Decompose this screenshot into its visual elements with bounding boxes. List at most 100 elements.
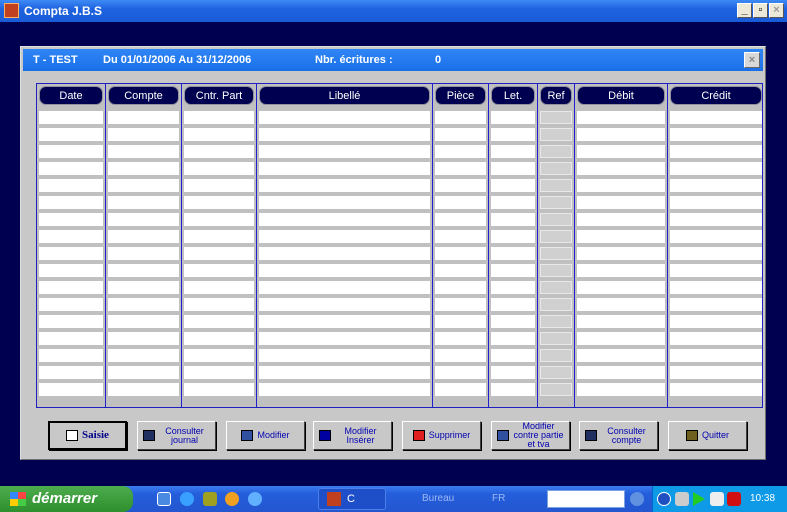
- table-cell[interactable]: [540, 383, 572, 396]
- table-cell[interactable]: [435, 111, 486, 124]
- table-cell[interactable]: [259, 247, 430, 260]
- desktop-icon[interactable]: [157, 492, 171, 506]
- table-cell[interactable]: [670, 281, 762, 294]
- table-cell[interactable]: [259, 383, 430, 396]
- table-cell[interactable]: [670, 349, 762, 362]
- close-button[interactable]: ×: [769, 3, 784, 18]
- table-cell[interactable]: [577, 281, 665, 294]
- table-cell[interactable]: [577, 383, 665, 396]
- app-quicklaunch-icon[interactable]: [203, 492, 217, 506]
- column-header[interactable]: Ref: [540, 86, 572, 105]
- table-cell[interactable]: [184, 179, 254, 192]
- table-cell[interactable]: [540, 162, 572, 175]
- table-cell[interactable]: [491, 332, 535, 345]
- table-cell[interactable]: [39, 264, 103, 277]
- button-consulter-journal[interactable]: Consulter journal: [137, 421, 216, 450]
- button-saisie[interactable]: Saisie: [48, 421, 127, 450]
- table-cell[interactable]: [670, 128, 762, 141]
- table-cell[interactable]: [670, 366, 762, 379]
- table-cell[interactable]: [577, 128, 665, 141]
- table-cell[interactable]: [259, 111, 430, 124]
- button-modifier[interactable]: Modifier: [226, 421, 305, 450]
- toolbar-bureau[interactable]: Bureau: [422, 493, 454, 504]
- table-cell[interactable]: [108, 332, 179, 345]
- table-cell[interactable]: [259, 179, 430, 192]
- table-cell[interactable]: [184, 281, 254, 294]
- table-cell[interactable]: [577, 213, 665, 226]
- table-cell[interactable]: [540, 230, 572, 243]
- table-cell[interactable]: [108, 230, 179, 243]
- table-cell[interactable]: [39, 247, 103, 260]
- table-cell[interactable]: [435, 315, 486, 328]
- table-cell[interactable]: [39, 298, 103, 311]
- table-cell[interactable]: [540, 111, 572, 124]
- table-cell[interactable]: [259, 128, 430, 141]
- ati-icon[interactable]: [727, 492, 741, 506]
- table-cell[interactable]: [39, 111, 103, 124]
- column-header[interactable]: Libellé: [259, 86, 430, 105]
- table-cell[interactable]: [670, 247, 762, 260]
- table-cell[interactable]: [540, 366, 572, 379]
- table-cell[interactable]: [491, 179, 535, 192]
- quicktime-icon[interactable]: [248, 492, 262, 506]
- table-cell[interactable]: [259, 213, 430, 226]
- table-cell[interactable]: [108, 383, 179, 396]
- table-cell[interactable]: [670, 315, 762, 328]
- table-cell[interactable]: [540, 298, 572, 311]
- table-cell[interactable]: [259, 366, 430, 379]
- button-supprimer[interactable]: Supprimer: [402, 421, 481, 450]
- table-cell[interactable]: [184, 349, 254, 362]
- table-cell[interactable]: [540, 281, 572, 294]
- internet-explorer-icon[interactable]: [180, 492, 194, 506]
- table-cell[interactable]: [108, 111, 179, 124]
- table-cell[interactable]: [184, 162, 254, 175]
- table-cell[interactable]: [670, 264, 762, 277]
- table-cell[interactable]: [184, 247, 254, 260]
- table-cell[interactable]: [184, 196, 254, 209]
- table-cell[interactable]: [435, 128, 486, 141]
- media-icon[interactable]: [225, 492, 239, 506]
- table-cell[interactable]: [39, 332, 103, 345]
- table-cell[interactable]: [577, 145, 665, 158]
- table-cell[interactable]: [577, 315, 665, 328]
- table-cell[interactable]: [184, 128, 254, 141]
- table-cell[interactable]: [184, 264, 254, 277]
- table-cell[interactable]: [577, 264, 665, 277]
- table-cell[interactable]: [108, 145, 179, 158]
- chevron-left-icon[interactable]: [657, 492, 671, 506]
- column-header[interactable]: Crédit: [670, 86, 762, 105]
- table-cell[interactable]: [39, 315, 103, 328]
- table-cell[interactable]: [491, 145, 535, 158]
- network-icon[interactable]: [710, 492, 724, 506]
- table-cell[interactable]: [540, 247, 572, 260]
- table-cell[interactable]: [435, 213, 486, 226]
- table-cell[interactable]: [540, 145, 572, 158]
- table-cell[interactable]: [491, 111, 535, 124]
- table-cell[interactable]: [108, 162, 179, 175]
- table-cell[interactable]: [108, 179, 179, 192]
- table-cell[interactable]: [39, 128, 103, 141]
- table-cell[interactable]: [435, 298, 486, 311]
- dialog-close-button[interactable]: ×: [744, 52, 760, 68]
- table-cell[interactable]: [184, 383, 254, 396]
- table-cell[interactable]: [108, 247, 179, 260]
- table-cell[interactable]: [540, 349, 572, 362]
- table-cell[interactable]: [259, 145, 430, 158]
- table-cell[interactable]: [491, 247, 535, 260]
- table-cell[interactable]: [259, 349, 430, 362]
- table-cell[interactable]: [577, 349, 665, 362]
- table-cell[interactable]: [491, 196, 535, 209]
- table-cell[interactable]: [577, 366, 665, 379]
- table-cell[interactable]: [491, 264, 535, 277]
- table-cell[interactable]: [259, 162, 430, 175]
- language-indicator[interactable]: FR: [492, 493, 505, 504]
- table-cell[interactable]: [39, 213, 103, 226]
- table-cell[interactable]: [577, 298, 665, 311]
- button-consulter-compte[interactable]: Consulter compte: [579, 421, 658, 450]
- column-header[interactable]: Let.: [491, 86, 535, 105]
- table-cell[interactable]: [435, 366, 486, 379]
- table-cell[interactable]: [39, 230, 103, 243]
- table-cell[interactable]: [39, 145, 103, 158]
- column-header[interactable]: Cntr. Part: [184, 86, 254, 105]
- table-cell[interactable]: [491, 162, 535, 175]
